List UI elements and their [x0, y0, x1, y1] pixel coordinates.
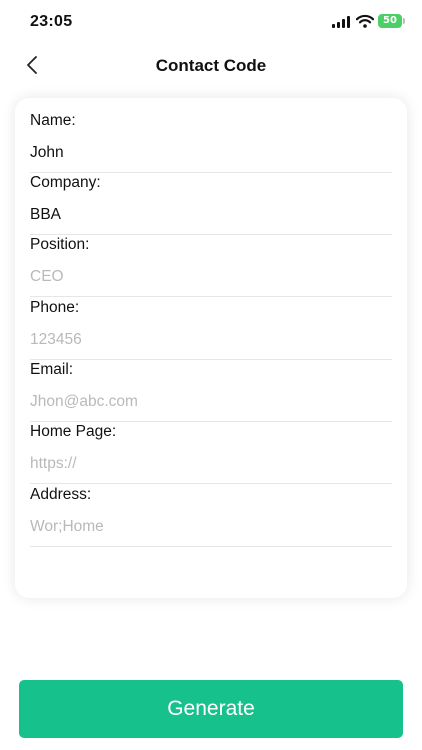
page-title: Contact Code [155, 56, 267, 75]
home-page-input[interactable] [30, 451, 392, 477]
address-input[interactable] [30, 514, 392, 540]
position-field: Position: [30, 236, 392, 298]
home-page-field: Home Page: [30, 423, 392, 485]
generate-button[interactable]: Generate [19, 680, 403, 738]
contact-form-card: Name: Company: Position: Phone: Email: H… [15, 98, 407, 598]
phone-input[interactable] [30, 327, 392, 353]
name-label: Name: [30, 112, 76, 129]
company-divider [30, 234, 392, 235]
status-bar: 23:05 50 [0, 0, 422, 44]
wifi-icon [356, 14, 374, 28]
cellular-signal-icon [332, 16, 352, 28]
company-input[interactable] [30, 202, 392, 228]
position-divider [30, 296, 392, 297]
navigation-bar: Contact Code [0, 44, 422, 88]
email-input[interactable] [30, 389, 392, 415]
battery-level: 50 [378, 14, 402, 28]
name-field: Name: [30, 112, 392, 174]
email-field: Email: [30, 361, 392, 423]
address-field: Address: [30, 486, 392, 548]
battery-icon: 50 [378, 14, 406, 28]
position-label: Position: [30, 236, 90, 253]
address-divider [30, 546, 392, 547]
company-label: Company: [30, 174, 101, 191]
phone-field: Phone: [30, 299, 392, 361]
company-field: Company: [30, 174, 392, 236]
phone-divider [30, 359, 392, 360]
home-page-divider [30, 483, 392, 484]
home-page-label: Home Page: [30, 423, 117, 440]
name-divider [30, 172, 392, 173]
address-label: Address: [30, 486, 92, 503]
name-input[interactable] [30, 140, 392, 166]
position-input[interactable] [30, 264, 392, 290]
phone-label: Phone: [30, 299, 80, 316]
status-time: 23:05 [30, 13, 73, 30]
email-divider [30, 421, 392, 422]
contact-code-screen: 23:05 50 Contact Code Name: John Company… [0, 0, 422, 750]
email-label: Email: [30, 361, 74, 378]
